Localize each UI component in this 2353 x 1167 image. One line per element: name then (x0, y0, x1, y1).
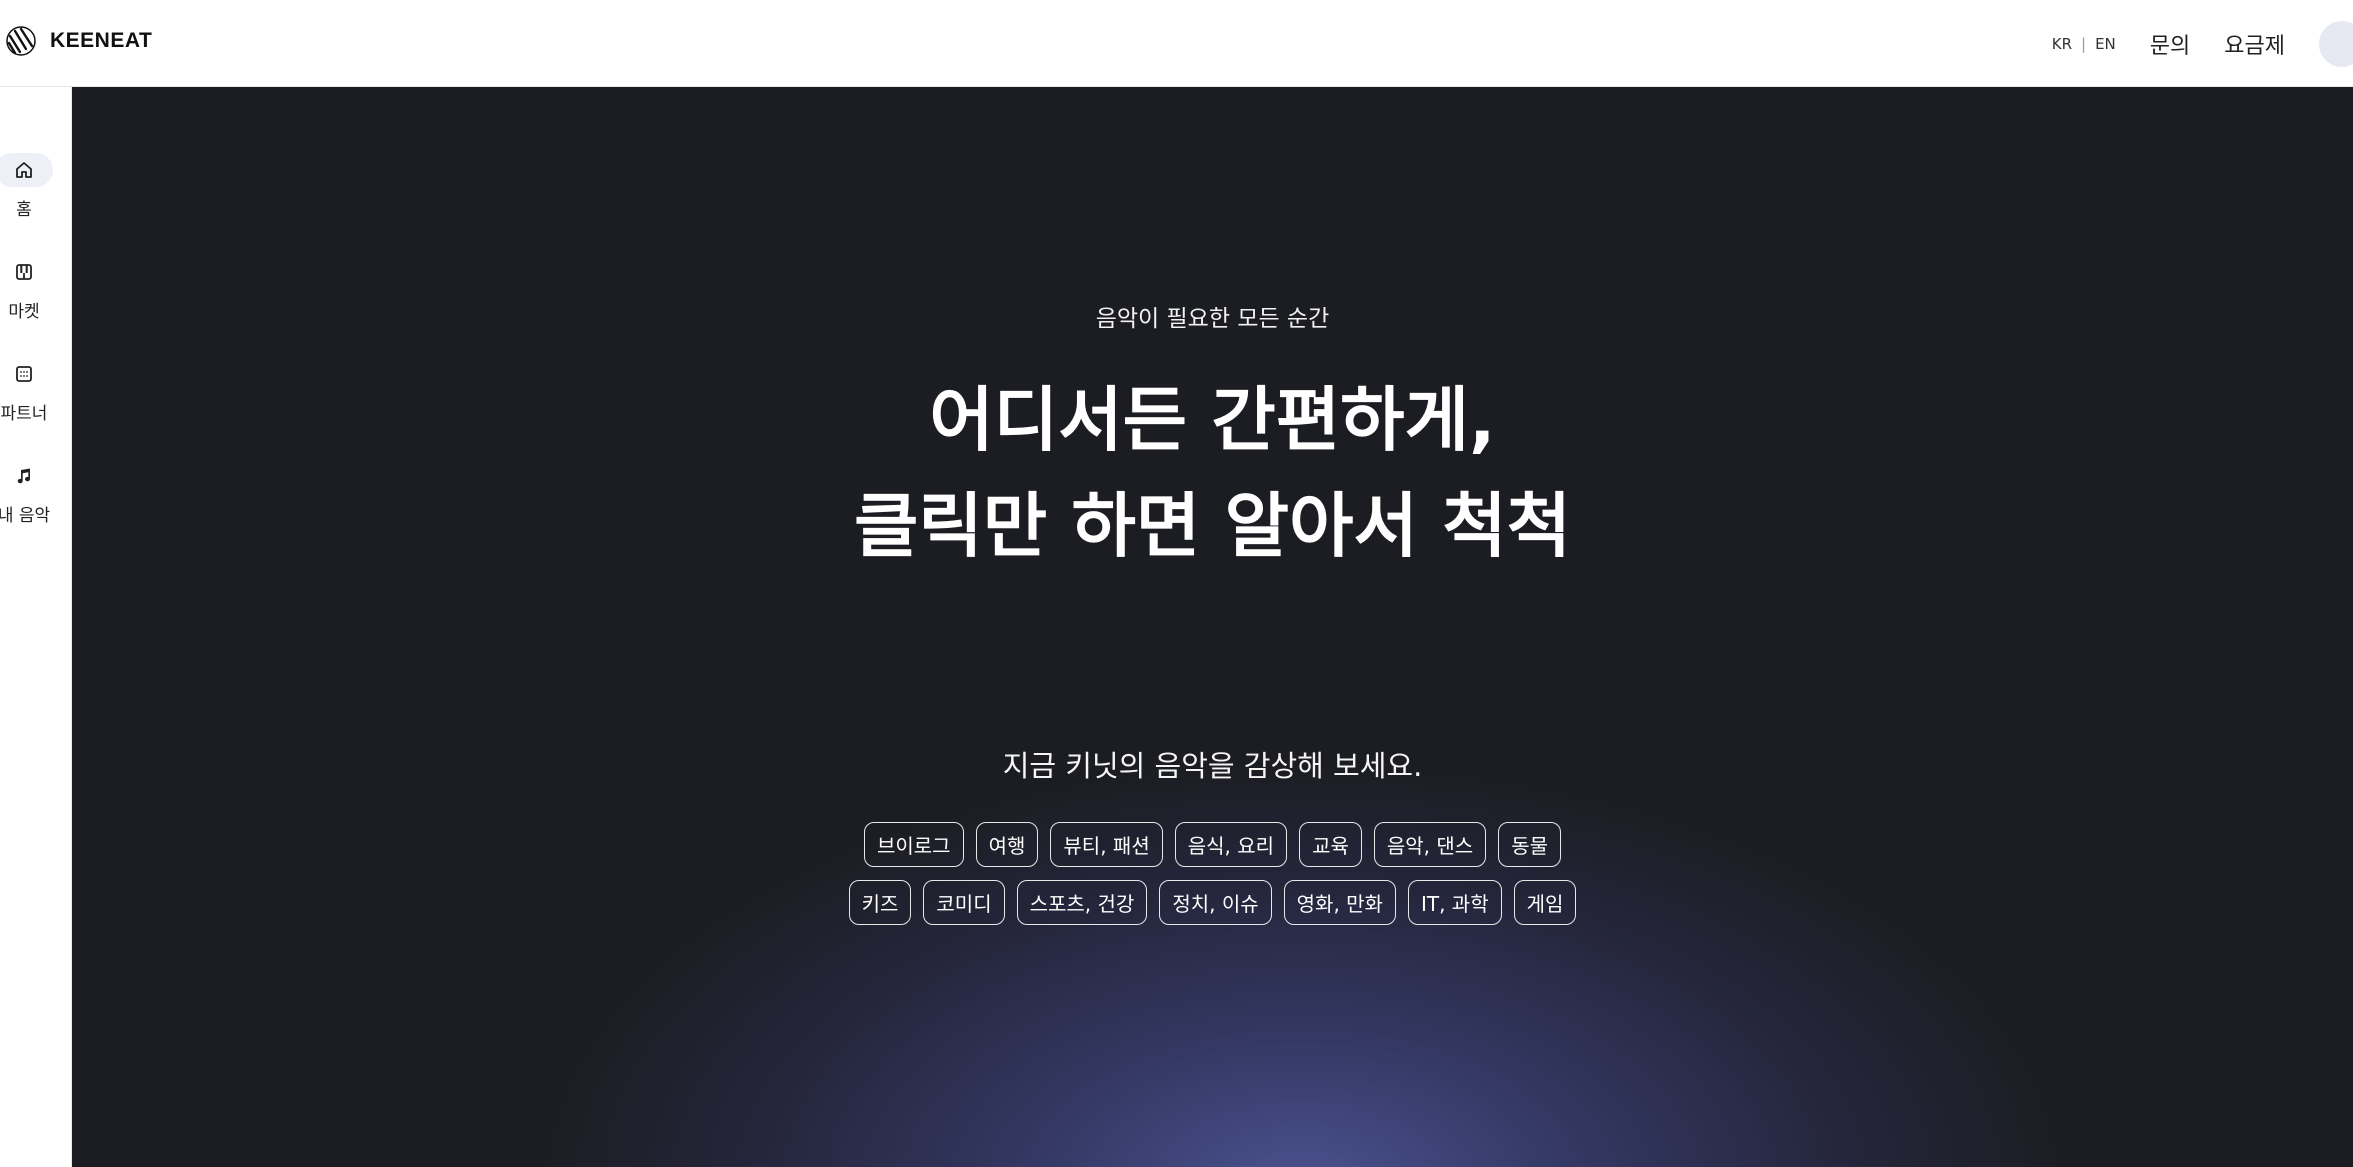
sidebar-item-my-music[interactable]: 내 음악 (0, 459, 72, 526)
home-icon (16, 162, 32, 178)
music-note-icon (17, 468, 31, 484)
sidebar-item-label: 마켓 (8, 302, 40, 322)
category-chip-row: 브이로그 여행 뷰티, 패션 음식, 요리 교육 음악, 댄스 동물 (72, 822, 2353, 867)
sidebar-item-label: 내 음악 (0, 506, 51, 526)
hero-section: 음악이 필요한 모든 순간 어디서든 간편하게, 클릭만 하면 알아서 척척 지… (72, 87, 2353, 1167)
category-chip-travel[interactable]: 여행 (975, 822, 1039, 867)
category-chip-politics-issues[interactable]: 정치, 이슈 (1159, 880, 1272, 925)
keeneat-logo-icon (6, 26, 36, 56)
brand-logo[interactable]: KEENEAT (6, 24, 152, 58)
sidebar-item-home[interactable]: 홈 (0, 153, 72, 220)
sidebar-item-market[interactable]: 마켓 (0, 255, 72, 322)
hero-eyebrow: 음악이 필요한 모든 순간 (1095, 306, 1330, 332)
sidebar: 홈 마켓 파트너 내 음악 (0, 87, 72, 1167)
language-switcher: KR | EN (2052, 35, 2116, 53)
hero-title-line-1: 어디서든 간편하게, (929, 379, 1496, 461)
lang-en-button[interactable]: EN (2095, 35, 2116, 53)
lang-kr-button[interactable]: KR (2052, 35, 2072, 53)
lang-separator: | (2081, 34, 2087, 53)
avatar[interactable] (2319, 20, 2353, 67)
top-header: KEENEAT KR | EN 문의 요금제 (0, 0, 2353, 87)
category-chip-comedy[interactable]: 코미디 (923, 880, 1005, 925)
category-chip-food-cooking[interactable]: 음식, 요리 (1174, 822, 1288, 867)
header-right: KR | EN 문의 요금제 (2052, 0, 2353, 87)
nav-contact-link[interactable]: 문의 (2150, 28, 2190, 60)
category-chip-music-dance[interactable]: 음악, 댄스 (1373, 822, 1487, 867)
sidebar-item-partner[interactable]: 파트너 (0, 357, 72, 424)
sidebar-item-label: 파트너 (0, 404, 48, 424)
category-chip-kids[interactable]: 키즈 (848, 880, 912, 925)
partner-grid-icon (16, 366, 32, 382)
category-chip-sports-health[interactable]: 스포츠, 건강 (1016, 880, 1148, 925)
category-chip-row: 키즈 코미디 스포츠, 건강 정치, 이슈 영화, 만화 IT, 과학 게임 (72, 880, 2353, 925)
category-chip-education[interactable]: 교육 (1299, 822, 1362, 867)
brand-name: KEENEAT (50, 29, 153, 52)
category-chip-movies-cartoons[interactable]: 영화, 만화 (1283, 880, 1396, 925)
category-chip-it-science[interactable]: IT, 과학 (1407, 880, 1502, 925)
sidebar-item-label: 홈 (16, 200, 32, 220)
piano-keys-icon (16, 264, 32, 280)
hero-title: 어디서든 간편하게, 클릭만 하면 알아서 척척 (72, 367, 2353, 579)
category-chip-beauty-fashion[interactable]: 뷰티, 패션 (1050, 822, 1163, 867)
category-chip-games[interactable]: 게임 (1513, 880, 1577, 925)
hero-title-line-2: 클릭만 하면 알아서 척척 (853, 485, 1572, 567)
hero-subtitle: 지금 키닛의 음악을 감상해 보세요. (1002, 749, 1423, 783)
nav-pricing-link[interactable]: 요금제 (2224, 28, 2285, 60)
category-chip-animals[interactable]: 동물 (1498, 822, 1562, 867)
category-chip-vlog[interactable]: 브이로그 (863, 822, 964, 867)
